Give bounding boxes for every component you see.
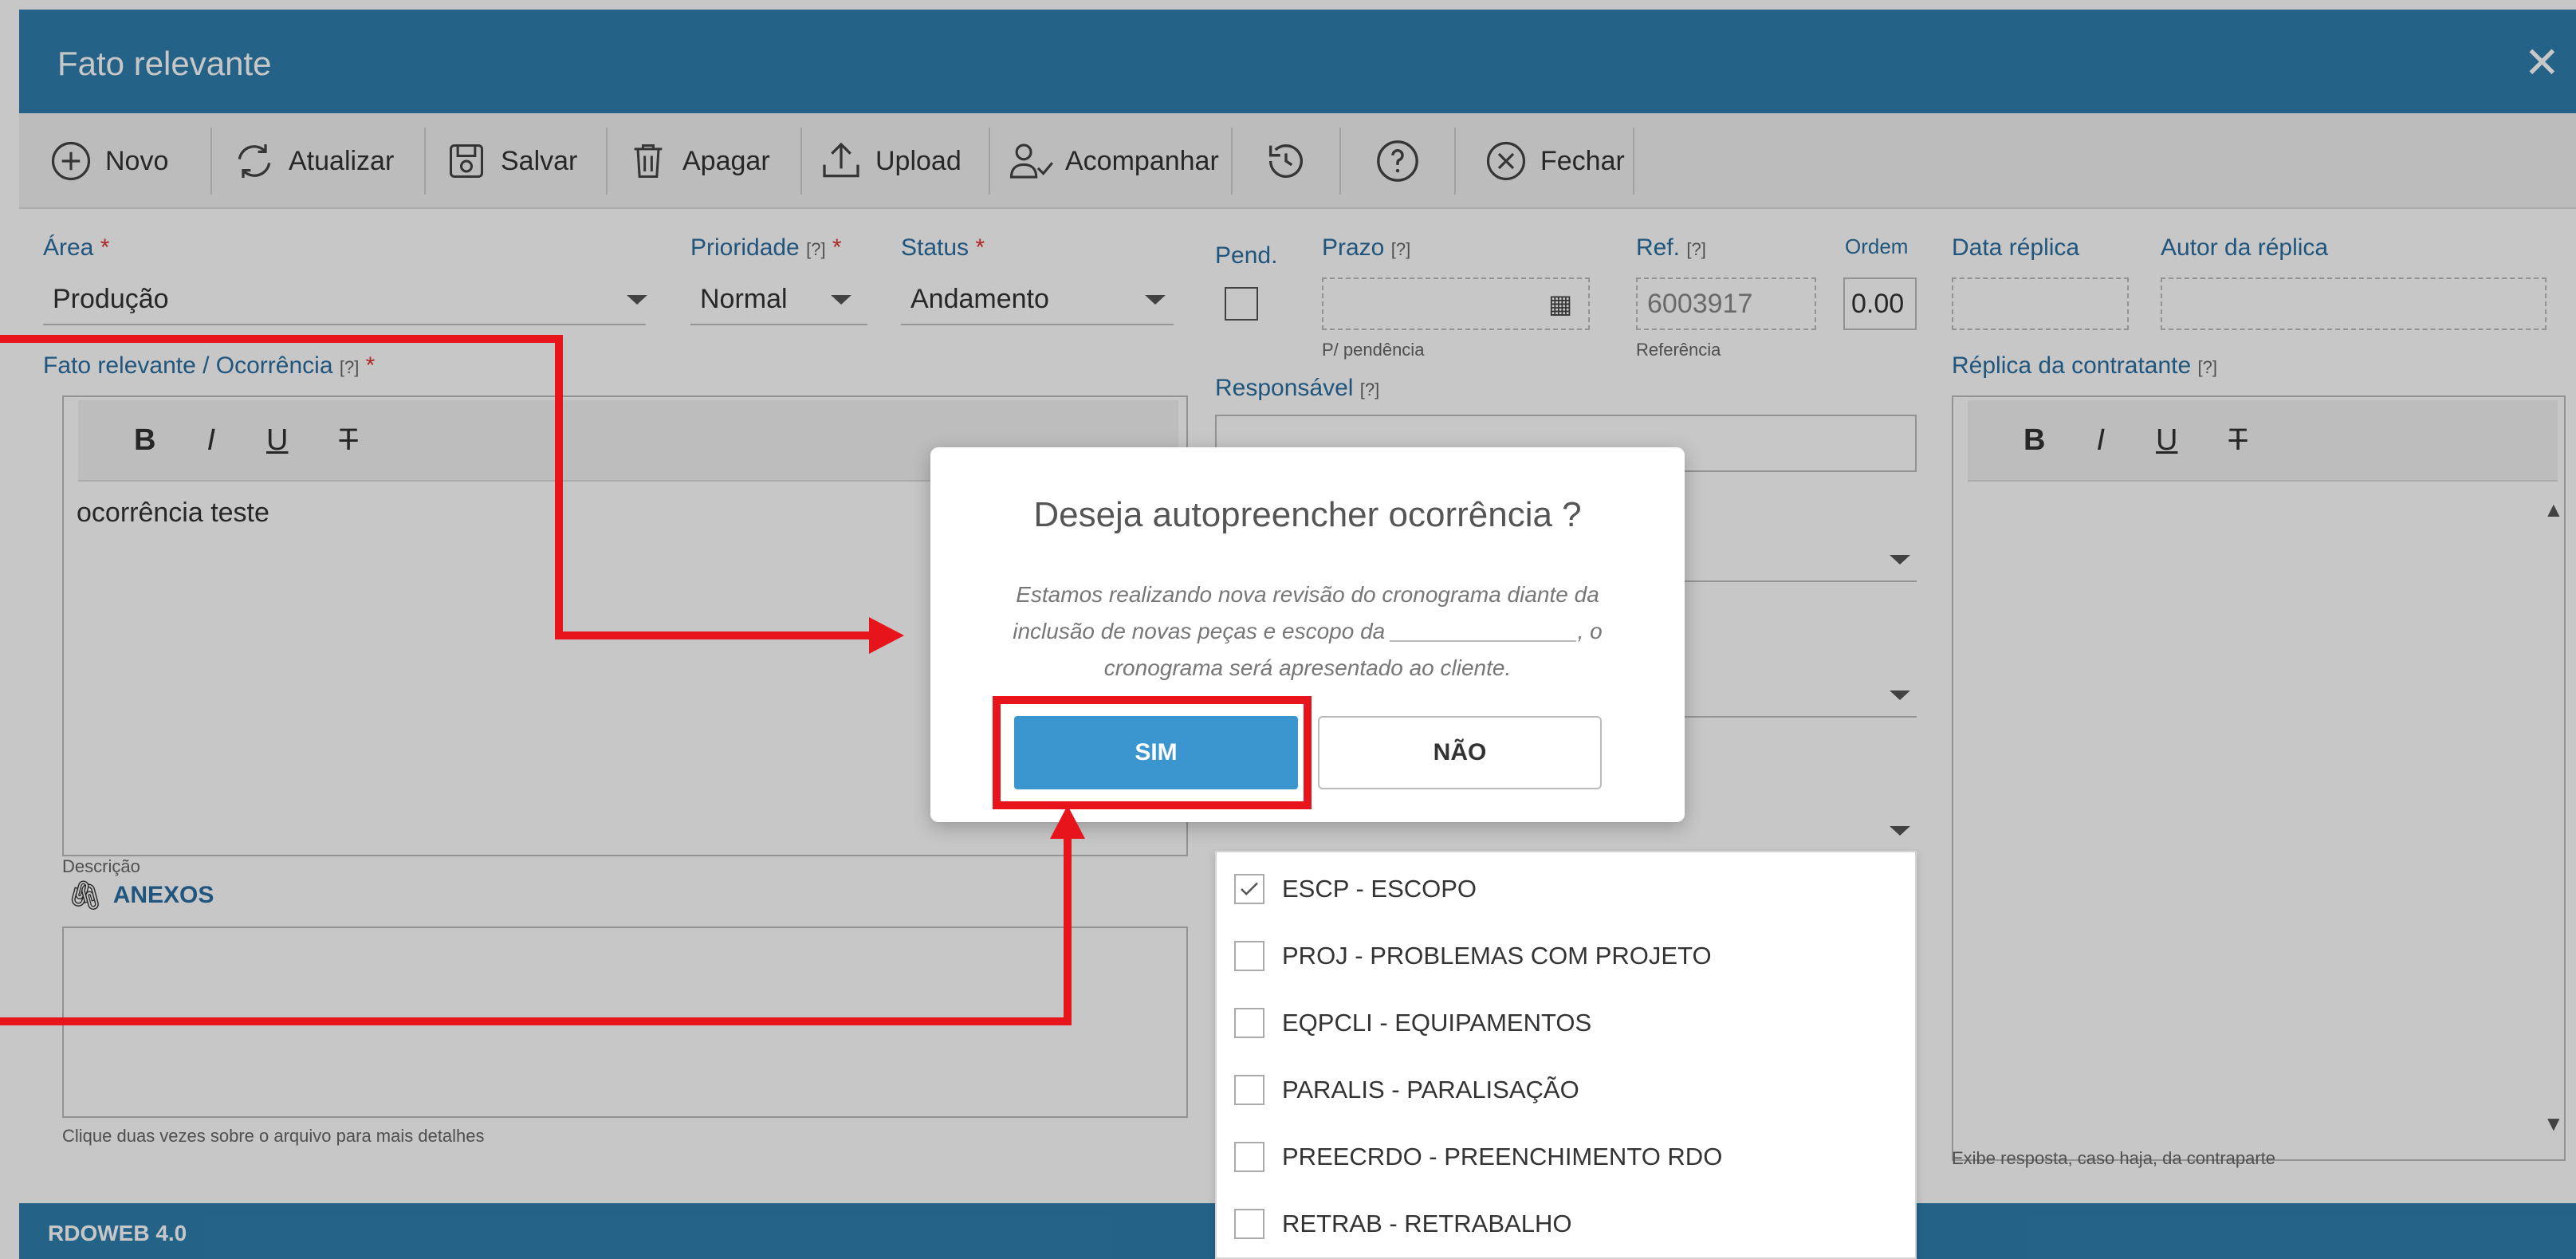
annotation-line bbox=[555, 631, 874, 639]
modal-title: Deseja autopreencher ocorrência ? bbox=[1033, 495, 1582, 534]
annotation-line bbox=[0, 1017, 1072, 1025]
annotation-arrowhead bbox=[869, 617, 904, 654]
list-item[interactable]: RETRAB - RETRABALHO bbox=[1217, 1190, 1915, 1257]
annotation-highlight-box bbox=[993, 696, 1312, 809]
ocorrencia-type-list: ESCP - ESCOPO PROJ - PROBLEMAS COM PROJE… bbox=[1215, 851, 1917, 1259]
list-item-label: EQPCLI - EQUIPAMENTOS bbox=[1282, 1009, 1592, 1037]
checkbox-icon bbox=[1234, 941, 1264, 971]
annotation-arrowhead bbox=[1050, 805, 1085, 839]
nao-button[interactable]: NÃO bbox=[1318, 716, 1602, 789]
list-item-label: PARALIS - PARALISAÇÃO bbox=[1282, 1076, 1579, 1104]
checkbox-checked-icon bbox=[1234, 874, 1264, 904]
screen: Fato relevante ✕ Novo Atualizar Salvar A… bbox=[0, 0, 2576, 1259]
annotation-line bbox=[555, 335, 563, 639]
list-item[interactable]: PARALIS - PARALISAÇÃO bbox=[1217, 1056, 1915, 1123]
list-item[interactable]: ESCP - ESCOPO bbox=[1217, 856, 1915, 923]
list-item[interactable]: PREECRDO - PREENCHIMENTO RDO bbox=[1217, 1123, 1915, 1190]
list-item[interactable]: PROJ - PROBLEMAS COM PROJETO bbox=[1217, 923, 1915, 989]
list-item-label: RETRAB - RETRABALHO bbox=[1282, 1210, 1572, 1237]
list-item-label: PREECRDO - PREENCHIMENTO RDO bbox=[1282, 1143, 1723, 1170]
modal-message: Estamos realizando nova revisão do crono… bbox=[1013, 582, 1603, 680]
checkbox-icon bbox=[1234, 1209, 1264, 1239]
annotation-line bbox=[0, 335, 563, 343]
checkbox-icon bbox=[1234, 1008, 1264, 1038]
list-item-label: ESCP - ESCOPO bbox=[1282, 875, 1477, 903]
list-item[interactable]: EQPCLI - EQUIPAMENTOS bbox=[1217, 989, 1915, 1056]
annotation-line bbox=[1064, 832, 1072, 1025]
checkbox-icon bbox=[1234, 1075, 1264, 1105]
list-item-label: PROJ - PROBLEMAS COM PROJETO bbox=[1282, 942, 1712, 970]
checkbox-icon bbox=[1234, 1142, 1264, 1172]
